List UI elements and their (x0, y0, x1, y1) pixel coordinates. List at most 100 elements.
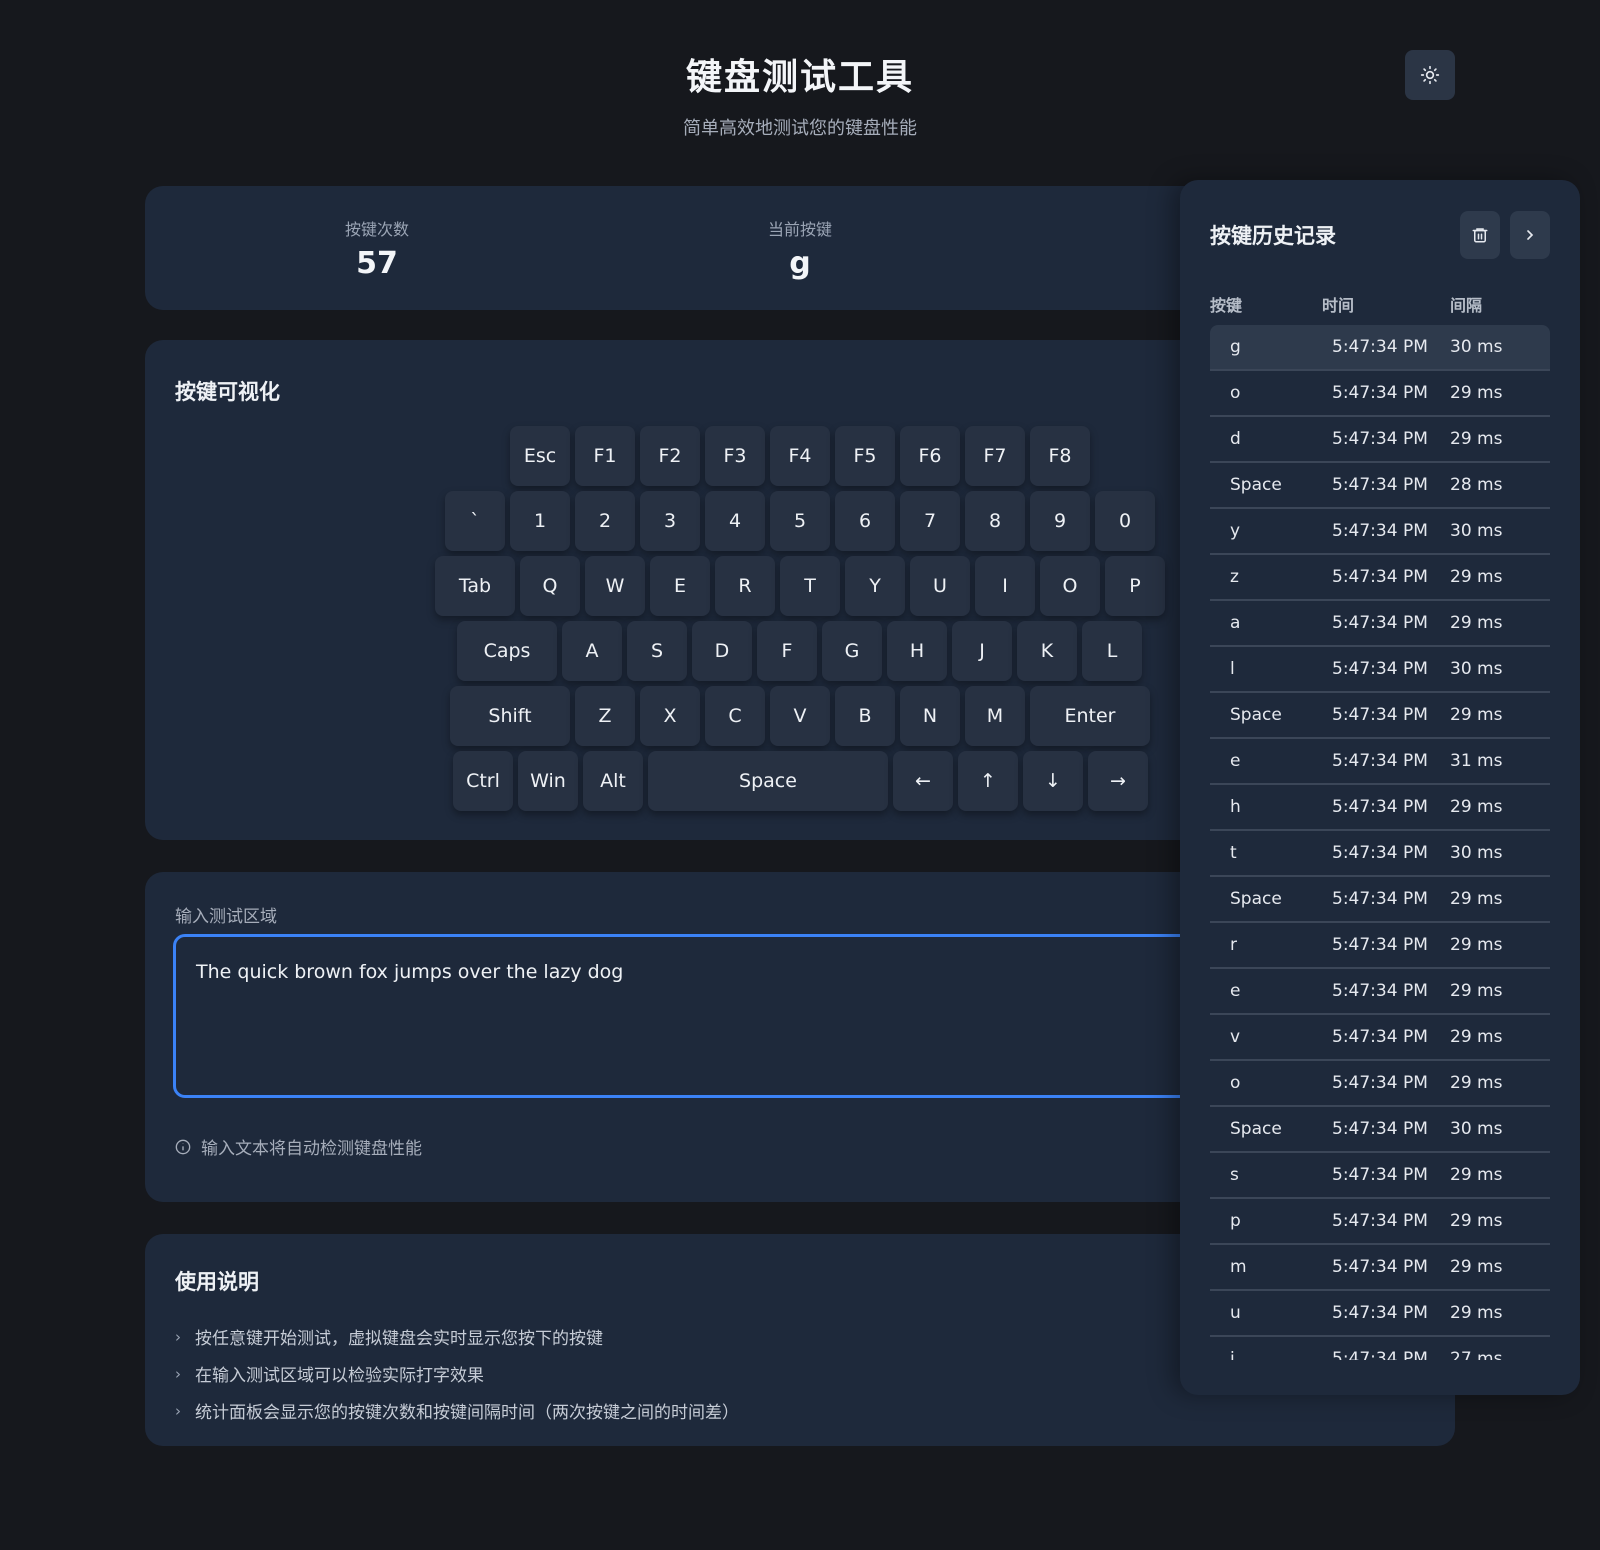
key-e[interactable]: E (650, 556, 710, 616)
page-header: 键盘测试工具 简单高效地测试您的键盘性能 (0, 48, 1600, 140)
key-f[interactable]: F (757, 621, 817, 681)
key-ctrl[interactable]: Ctrl (453, 751, 513, 811)
key-q[interactable]: Q (520, 556, 580, 616)
key-m[interactable]: M (965, 686, 1025, 746)
key-6[interactable]: 6 (835, 491, 895, 551)
sun-icon (1420, 65, 1440, 85)
key-r[interactable]: R (715, 556, 775, 616)
key-f2[interactable]: F2 (640, 426, 700, 486)
clear-history-button[interactable] (1460, 211, 1500, 259)
table-row: Space 5:47:34 PM 28 ms (1210, 463, 1550, 509)
key-0[interactable]: 0 (1095, 491, 1155, 551)
instruction-item: › 在输入测试区域可以检验实际打字效果 (175, 1364, 484, 1387)
stat-current-key-value: g (789, 246, 811, 281)
theme-toggle-button[interactable] (1405, 50, 1455, 100)
key-1[interactable]: 1 (510, 491, 570, 551)
key-9[interactable]: 9 (1030, 491, 1090, 551)
key-arrow-left[interactable]: ← (893, 751, 953, 811)
key-7[interactable]: 7 (900, 491, 960, 551)
key-esc[interactable]: Esc (510, 426, 570, 486)
key-shift[interactable]: Shift (450, 686, 570, 746)
key-tab[interactable]: Tab (435, 556, 515, 616)
instructions-list: › 按任意键开始测试，虚拟键盘会实时显示您按下的按键 › 在输入测试区域可以检验实际… (175, 1318, 739, 1429)
key-2[interactable]: 2 (575, 491, 635, 551)
key-caps[interactable]: Caps (457, 621, 557, 681)
column-header-interval: 间隔 (1450, 296, 1483, 315)
key-4[interactable]: 4 (705, 491, 765, 551)
key-f1[interactable]: F1 (575, 426, 635, 486)
key-f3[interactable]: F3 (705, 426, 765, 486)
info-icon (175, 1139, 191, 1154)
key-p[interactable]: P (1105, 556, 1165, 616)
visualization-title: 按键可视化 (175, 380, 280, 404)
key-g[interactable]: G (822, 621, 882, 681)
table-row: Space 5:47:34 PM 29 ms (1210, 693, 1550, 739)
key-alt[interactable]: Alt (583, 751, 643, 811)
table-row: d 5:47:34 PM 29 ms (1210, 417, 1550, 463)
table-row: y 5:47:34 PM 30 ms (1210, 509, 1550, 555)
stat-key-count-label: 按键次数 (344, 220, 409, 239)
table-row: m 5:47:34 PM 29 ms (1210, 1245, 1550, 1291)
page-subtitle: 简单高效地测试您的键盘性能 (683, 118, 917, 139)
key-f6[interactable]: F6 (900, 426, 960, 486)
instruction-item: › 统计面板会显示您的按键次数和按键间隔时间（两次按键之间的时间差） (175, 1401, 739, 1424)
key-x[interactable]: X (640, 686, 700, 746)
key-d[interactable]: D (692, 621, 752, 681)
instruction-item: › 按任意键开始测试，虚拟键盘会实时显示您按下的按键 (175, 1327, 603, 1350)
instructions-title: 使用说明 (175, 1270, 259, 1294)
key-3[interactable]: 3 (640, 491, 700, 551)
key-8[interactable]: 8 (965, 491, 1025, 551)
stat-key-count-value: 57 (356, 246, 398, 281)
key-o[interactable]: O (1040, 556, 1100, 616)
table-row: l 5:47:34 PM 30 ms (1210, 647, 1550, 693)
table-row: u 5:47:34 PM 29 ms (1210, 1291, 1550, 1337)
key-f7[interactable]: F7 (965, 426, 1025, 486)
key-arrow-up[interactable]: ↑ (958, 751, 1018, 811)
table-row: s 5:47:34 PM 29 ms (1210, 1153, 1550, 1199)
stat-current-key: 当前按键 g (700, 216, 900, 281)
table-row: o 5:47:34 PM 29 ms (1210, 1061, 1550, 1107)
key-c[interactable]: C (705, 686, 765, 746)
key-s[interactable]: S (627, 621, 687, 681)
key-k[interactable]: K (1017, 621, 1077, 681)
key-h[interactable]: H (887, 621, 947, 681)
key-w[interactable]: W (585, 556, 645, 616)
history-title: 按键历史记录 (1210, 224, 1336, 248)
key-t[interactable]: T (780, 556, 840, 616)
trash-icon (1472, 228, 1488, 243)
key-z[interactable]: Z (575, 686, 635, 746)
key-f8[interactable]: F8 (1030, 426, 1090, 486)
collapse-history-button[interactable] (1510, 211, 1550, 259)
key-history-panel: 按键历史记录 按键 时间 间隔 g 5:47:34 PM 30 ms o 5:47:3… (1180, 180, 1580, 1395)
key-space[interactable]: Space (648, 751, 888, 811)
key-a[interactable]: A (562, 621, 622, 681)
key-5[interactable]: 5 (770, 491, 830, 551)
key-win[interactable]: Win (518, 751, 578, 811)
key-b[interactable]: B (835, 686, 895, 746)
key-u[interactable]: U (910, 556, 970, 616)
key-arrow-right[interactable]: → (1088, 751, 1148, 811)
key-f4[interactable]: F4 (770, 426, 830, 486)
table-row: r 5:47:34 PM 29 ms (1210, 923, 1550, 969)
key-n[interactable]: N (900, 686, 960, 746)
table-row: p 5:47:34 PM 29 ms (1210, 1199, 1550, 1245)
key-v[interactable]: V (770, 686, 830, 746)
stat-key-count: 按键次数 57 (277, 216, 477, 281)
key-backtick[interactable]: ` (445, 491, 505, 551)
chevron-right-icon (1527, 230, 1534, 240)
key-enter[interactable]: Enter (1030, 686, 1150, 746)
table-row: v 5:47:34 PM 29 ms (1210, 1015, 1550, 1061)
page-title: 键盘测试工具 (685, 57, 914, 98)
table-row: e 5:47:34 PM 29 ms (1210, 969, 1550, 1015)
key-i[interactable]: I (975, 556, 1035, 616)
history-table-body[interactable]: g 5:47:34 PM 30 ms o 5:47:34 PM 29 ms d 5:47:… (1210, 325, 1550, 1360)
table-row: o 5:47:34 PM 29 ms (1210, 371, 1550, 417)
input-test-textarea[interactable]: The quick brown fox jumps over the lazy … (173, 934, 1193, 1098)
key-f5[interactable]: F5 (835, 426, 895, 486)
table-row: Space 5:47:34 PM 29 ms (1210, 877, 1550, 923)
table-row: a 5:47:34 PM 29 ms (1210, 601, 1550, 647)
key-arrow-down[interactable]: ↓ (1023, 751, 1083, 811)
key-j[interactable]: J (952, 621, 1012, 681)
key-y[interactable]: Y (845, 556, 905, 616)
key-l[interactable]: L (1082, 621, 1142, 681)
